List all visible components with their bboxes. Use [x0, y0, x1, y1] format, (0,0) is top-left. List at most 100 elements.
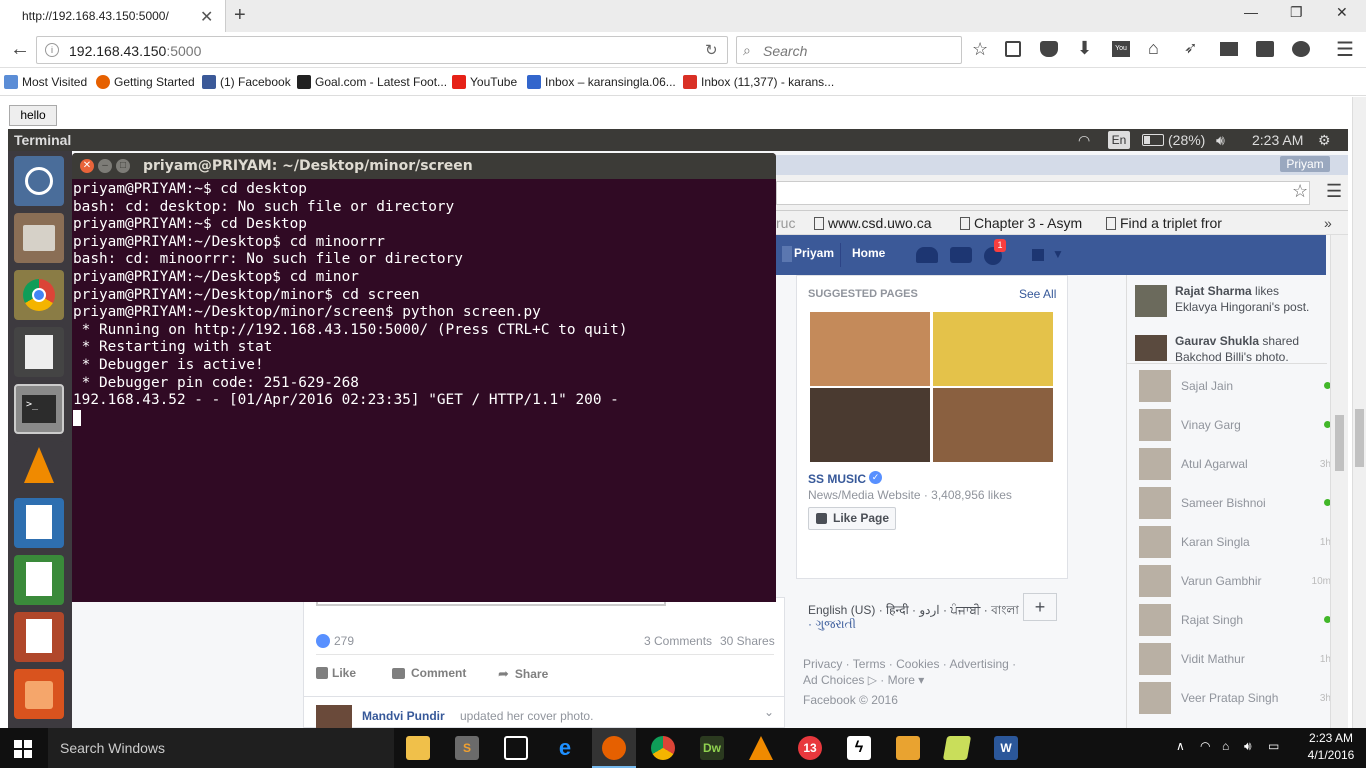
chrome-scroll-thumb[interactable]	[1335, 415, 1344, 471]
chrome-overflow-icon[interactable]: »	[1324, 215, 1332, 231]
url-bar[interactable]: i 192.168.43.150:5000 ↻	[36, 36, 728, 64]
chat-contact[interactable]: Sajal Jain	[1139, 367, 1331, 405]
terminal-output[interactable]: priyam@PRIYAM:~$ cd desktop bash: cd: de…	[72, 181, 776, 602]
chat-contact[interactable]: Atul Agarwal 3h	[1139, 445, 1331, 483]
windows-start-icon[interactable]	[14, 740, 32, 758]
chrome-bookmark[interactable]: ruc	[776, 215, 795, 231]
chrome-bookmark[interactable]: Find a triplet fror	[1106, 215, 1222, 231]
see-all-link[interactable]: See All	[1019, 287, 1056, 301]
chat-contact[interactable]: Vinay Garg	[1139, 406, 1331, 444]
vlc-icon[interactable]	[14, 441, 64, 491]
chrome-profile-button[interactable]: Priyam	[1280, 156, 1330, 172]
ubuntu-dash-icon[interactable]	[14, 156, 64, 206]
chrome-omnibox[interactable]	[776, 181, 1310, 205]
youtube-addon-icon[interactable]: You	[1112, 41, 1130, 57]
url-text[interactable]: 192.168.43.150:5000	[69, 43, 201, 59]
chrome-scrollbar[interactable]	[1330, 235, 1348, 728]
terminal-icon[interactable]: >_	[14, 384, 64, 434]
friend-requests-icon[interactable]	[916, 247, 938, 263]
libreoffice-calc-icon[interactable]	[14, 555, 64, 605]
bookmark-youtube[interactable]: YouTube	[452, 75, 517, 89]
bookmark-getting-started[interactable]: Getting Started	[96, 75, 195, 89]
post-options-chevron-icon[interactable]: ⌄	[764, 705, 774, 719]
page-photo[interactable]	[810, 312, 930, 386]
hello-button[interactable]: hello	[9, 105, 57, 126]
chrome-star-icon[interactable]: ☆	[1292, 181, 1308, 202]
save-icon[interactable]	[1256, 41, 1274, 57]
menu-icon[interactable]: ☰	[1336, 37, 1354, 62]
battery-icon[interactable]	[1142, 134, 1164, 146]
fb-profile-link[interactable]: Priyam	[794, 246, 834, 260]
messages-icon[interactable]	[950, 247, 972, 263]
sublime-text-icon[interactable]: S	[455, 736, 479, 760]
search-bar[interactable]: ⌕ Search	[736, 36, 962, 64]
send-icon[interactable]: ➶	[1184, 38, 1197, 58]
window-close-icon[interactable]: ✕	[1336, 4, 1348, 21]
next-post-author[interactable]: Mandvi Pundir	[362, 709, 445, 723]
bookmark-facebook[interactable]: (1) Facebook	[202, 75, 291, 89]
chat-contact[interactable]: Veer Pratap Singh 3h	[1139, 679, 1331, 717]
volume-icon[interactable]: 🔊︎	[1216, 132, 1225, 149]
pes-icon[interactable]: 13	[798, 736, 822, 760]
sticky-notes-icon[interactable]	[942, 736, 972, 760]
new-tab-icon[interactable]: +	[234, 4, 246, 27]
chat-contact[interactable]: Sameer Bishnoi	[1139, 484, 1331, 522]
bookmark-inbox-outlook[interactable]: Inbox – karansingla.06...	[527, 75, 676, 89]
text-editor-icon[interactable]	[14, 327, 64, 377]
volume-taskbar-icon[interactable]: 🔊︎	[1244, 739, 1252, 754]
store-icon[interactable]	[504, 736, 528, 760]
terminal-window[interactable]: ✕ – □ priyam@PRIYAM: ~/Desktop/minor/scr…	[72, 153, 776, 602]
chrome-bookmark[interactable]: Chapter 3 - Asym	[960, 215, 1082, 231]
settings-gear-icon[interactable]: ⚙	[1318, 132, 1331, 149]
libreoffice-writer-icon[interactable]	[14, 498, 64, 548]
close-tab-icon[interactable]: ✕	[200, 7, 213, 27]
info-icon[interactable]: i	[45, 43, 59, 57]
page-photo[interactable]	[810, 388, 930, 462]
fb-home-link[interactable]: Home	[852, 246, 885, 260]
page-photo[interactable]	[933, 388, 1053, 462]
edge-icon[interactable]: e	[553, 736, 577, 760]
page-scrollbar[interactable]	[1352, 97, 1366, 728]
minimize-icon[interactable]: —	[1244, 4, 1258, 20]
like-button[interactable]: Like	[316, 666, 356, 680]
page-name-link[interactable]: SS MUSIC	[808, 472, 866, 486]
libreoffice-impress-icon[interactable]	[14, 612, 64, 662]
restore-icon[interactable]: ❐	[1290, 4, 1303, 21]
bookmark-most-visited[interactable]: Most Visited	[4, 75, 87, 89]
back-icon[interactable]: ←	[10, 38, 30, 61]
terminal-maximize-icon[interactable]: □	[116, 159, 130, 173]
word-icon[interactable]: W	[994, 736, 1018, 760]
terminal-title-bar[interactable]: ✕ – □ priyam@PRIYAM: ~/Desktop/minor/scr…	[72, 153, 776, 179]
chrome-bookmark[interactable]: www.csd.uwo.ca	[814, 215, 931, 231]
taskbar-clock[interactable]: 2:23 AM 4/1/2016	[1296, 730, 1366, 764]
media-player-icon[interactable]	[896, 736, 920, 760]
reading-list-icon[interactable]	[1005, 41, 1021, 57]
network-icon[interactable]: ◠	[1200, 739, 1210, 753]
file-explorer-icon[interactable]	[406, 736, 430, 760]
comment-button[interactable]: Comment	[392, 666, 466, 680]
flash-icon[interactable]: ϟ	[847, 736, 871, 760]
chrome-menu-icon[interactable]: ☰	[1326, 181, 1342, 202]
chat-icon[interactable]	[1292, 41, 1310, 57]
ticker-item[interactable]: Gaurav Shukla shared Bakchod Billi's pho…	[1135, 333, 1321, 361]
software-center-icon[interactable]	[14, 669, 64, 719]
fb-profile-thumb[interactable]	[782, 246, 792, 262]
avatar[interactable]	[316, 705, 352, 728]
chat-contact[interactable]: Varun Gambhir 10m	[1139, 562, 1331, 600]
action-center-icon[interactable]: ▭	[1268, 739, 1279, 753]
reload-icon[interactable]: ↻	[705, 41, 718, 59]
dreamweaver-icon[interactable]: Dw	[700, 736, 724, 760]
like-page-button[interactable]: Like Page	[808, 507, 896, 530]
bookmark-goal[interactable]: Goal.com - Latest Foot...	[297, 75, 447, 89]
page-photo[interactable]	[933, 312, 1053, 386]
download-icon[interactable]: ⬇	[1077, 38, 1092, 59]
home-icon[interactable]: ⌂	[1148, 38, 1159, 59]
vlc-taskbar-icon[interactable]	[749, 736, 773, 760]
page-scroll-thumb[interactable]	[1355, 409, 1364, 467]
reaction-count[interactable]: 279	[334, 634, 354, 648]
comment-count[interactable]: 3 Comments	[644, 634, 712, 648]
topbar-clock[interactable]: 2:23 AM	[1252, 132, 1303, 148]
chat-contact[interactable]: Rajat Singh	[1139, 601, 1331, 639]
bookmark-inbox-gmail[interactable]: Inbox (11,377) - karans...	[683, 75, 834, 89]
chrome-icon[interactable]	[14, 270, 64, 320]
